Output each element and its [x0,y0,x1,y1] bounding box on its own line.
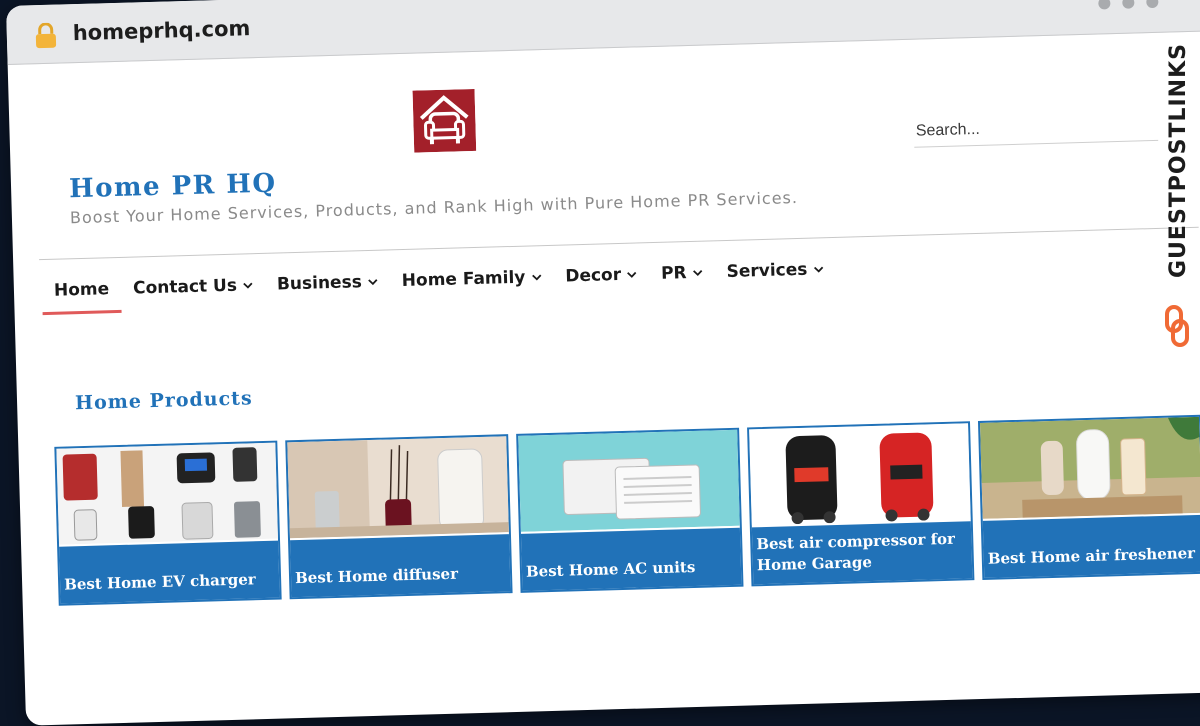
product-card-title[interactable]: Best Home AC units [520,527,742,591]
nav-item-pr[interactable]: PR [649,252,716,298]
nav-item-decor[interactable]: Decor [553,254,650,301]
nav-item-label: Services [726,259,808,282]
product-card[interactable]: Best Home AC units [516,427,744,593]
product-card-title[interactable]: Best Home EV charger [59,540,280,604]
product-card[interactable]: Best air compressor for Home Garage [747,421,975,587]
chevron-down-icon [692,270,703,277]
watermark-text: GUESTPOSTLINKS [1166,43,1191,278]
product-card[interactable]: Best Home EV charger [54,440,282,606]
nav-item-label: Decor [565,264,622,287]
site-title[interactable]: Home PR HQ [69,169,277,205]
nav-item-home[interactable]: Home [41,269,121,315]
nav-item-business[interactable]: Business [264,261,390,308]
browser-window: homeprhq.com Home PR HQ Boost Your Home … [6,0,1200,726]
chevron-down-icon [243,282,253,289]
window-dot[interactable] [1122,0,1135,9]
product-card-title[interactable]: Best Home diffuser [290,534,511,598]
search-input[interactable] [913,109,1159,148]
chain-link-icon [1165,305,1189,347]
diffuser-photo [287,436,509,539]
section-title: Home Products [74,387,253,415]
nav-item-home-family[interactable]: Home Family [389,257,554,306]
nav-item-label: PR [660,263,687,284]
nav-item-label: Home [53,279,110,301]
product-card-list: Best Home EV charger Best Home diffuser [54,414,1200,606]
padlock-icon [35,22,57,49]
nav-item-contact-us[interactable]: Contact Us [121,265,266,313]
nav-item-label: Contact Us [132,275,238,299]
chevron-down-icon [813,266,823,273]
air-freshener-photo [980,416,1200,519]
nav-item-services[interactable]: Services [714,249,836,296]
window-controls [1098,0,1159,10]
chevron-down-icon [531,274,541,281]
window-dot[interactable] [1146,0,1159,9]
nav-item-label: Business [276,272,363,295]
nav-item-label: Home Family [401,267,526,292]
air-compressor-photo [749,423,971,526]
window-dot[interactable] [1098,0,1111,10]
product-card-title[interactable]: Best air compressor for Home Garage [751,521,973,585]
product-card[interactable]: Best Home air freshener [977,414,1200,580]
product-card-title[interactable]: Best Home air freshener [982,514,1200,578]
product-card[interactable]: Best Home diffuser [285,434,513,600]
chevron-down-icon [368,279,378,286]
chevron-down-icon [627,271,637,278]
guestpostlinks-watermark: GUESTPOSTLINKS [1154,43,1200,358]
web-page: Home PR HQ Boost Your Home Services, Pro… [8,30,1200,726]
armchair-house-logo[interactable] [412,88,477,153]
ac-units-photo [518,429,740,532]
ev-chargers-photo [56,442,278,545]
url-text[interactable]: homeprhq.com [72,16,250,45]
main-navigation: Home Contact Us Business Home Family Dec… [41,249,836,315]
